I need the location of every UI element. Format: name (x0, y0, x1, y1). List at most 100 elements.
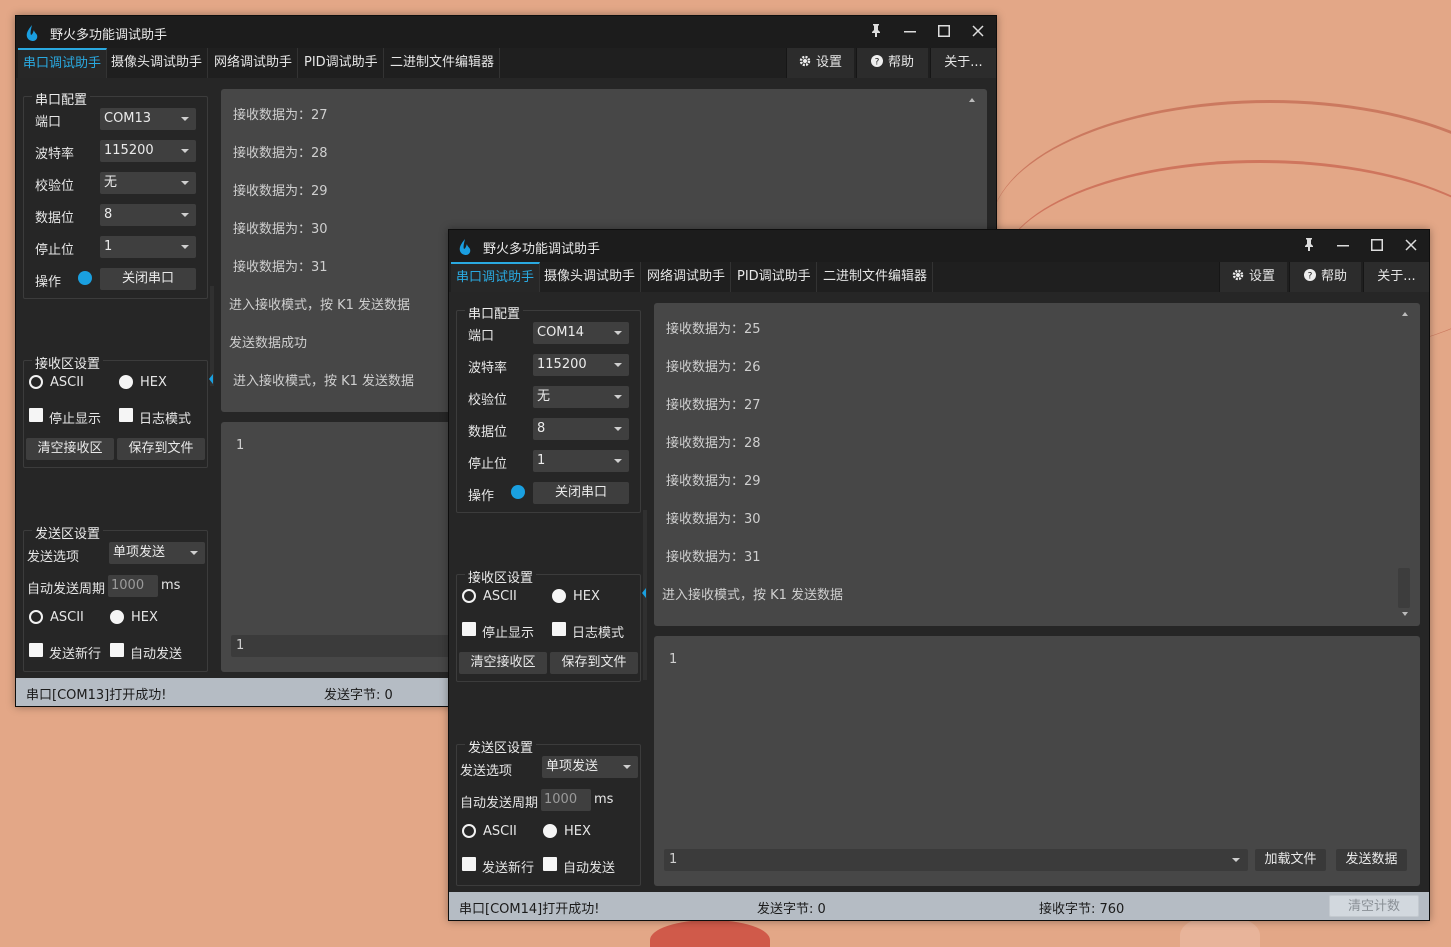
databits-value: 8 (104, 207, 113, 222)
clear-count-button[interactable]: 清空计数 (1329, 895, 1419, 917)
splitter-handle-icon[interactable] (209, 374, 213, 384)
close-icon[interactable] (968, 22, 988, 42)
rx-hex-radio[interactable] (552, 589, 566, 603)
maximize-icon[interactable] (934, 22, 954, 42)
op-label: 操作 (468, 489, 495, 504)
scroll-up-icon[interactable] (969, 98, 975, 102)
databits-select[interactable]: 8 (533, 418, 629, 440)
period-input[interactable]: 1000 (108, 575, 158, 597)
send-newline-checkbox[interactable] (29, 643, 43, 657)
receive-line: 接收数据为：26 (666, 360, 761, 375)
receive-line: 进入接收模式，按 K1 发送数据 (229, 298, 411, 313)
save-file-button[interactable]: 保存到文件 (550, 652, 638, 674)
stopbits-label: 停止位 (35, 243, 75, 258)
settings-button[interactable]: 设置 (1219, 262, 1287, 292)
stopbits-select[interactable]: 1 (100, 236, 196, 258)
chevron-down-icon (181, 181, 189, 185)
clear-rx-button[interactable]: 清空接收区 (459, 652, 547, 674)
period-input[interactable]: 1000 (541, 789, 591, 811)
period-unit: ms (161, 578, 181, 593)
databits-select[interactable]: 8 (100, 204, 196, 226)
tab-serial[interactable]: 串口调试助手 (451, 262, 541, 292)
tab-camera[interactable]: 摄像头调试助手 (106, 48, 209, 78)
receive-area[interactable]: 接收数据为：25 接收数据为：26 接收数据为：27 接收数据为：28 接收数据… (654, 303, 1420, 626)
help-button[interactable]: ? 帮助 (1289, 262, 1361, 292)
chevron-down-icon (181, 213, 189, 217)
tab-camera[interactable]: 摄像头调试助手 (539, 262, 642, 292)
stop-display-checkbox[interactable] (462, 622, 476, 636)
port-select[interactable]: COM13 (100, 108, 196, 130)
receive-line: 进入接收模式，按 K1 发送数据 (233, 374, 415, 389)
auto-send-checkbox[interactable] (110, 643, 124, 657)
period-label: 自动发送周期 (460, 796, 539, 811)
send-data-button[interactable]: 发送数据 (1336, 849, 1407, 871)
baud-select[interactable]: 115200 (100, 140, 196, 162)
receive-line: 接收数据为：30 (233, 222, 328, 237)
status-message: 串口[COM14]打开成功! (459, 902, 600, 917)
send-option-select[interactable]: 单项发送 (109, 542, 205, 564)
scroll-down-icon[interactable] (1402, 612, 1408, 616)
tab-pid[interactable]: PID调试助手 (299, 48, 384, 78)
tx-settings-group: 发送区设置 发送选项 单项发送 自动发送周期 1000 ms ASCII HEX… (456, 737, 641, 886)
rx-ascii-radio[interactable] (462, 589, 476, 603)
settings-label: 设置 (815, 55, 842, 70)
auto-send-checkbox[interactable] (543, 857, 557, 871)
send-newline-checkbox[interactable] (462, 857, 476, 871)
window-title: 野火多功能调试助手 (50, 28, 168, 43)
maximize-icon[interactable] (1367, 236, 1387, 256)
parity-select[interactable]: 无 (533, 386, 629, 408)
tx-ascii-radio[interactable] (29, 610, 43, 624)
save-file-button[interactable]: 保存到文件 (117, 438, 205, 460)
tab-serial[interactable]: 串口调试助手 (18, 48, 108, 78)
load-file-button[interactable]: 加载文件 (1255, 849, 1326, 871)
close-port-button[interactable]: 关闭串口 (100, 268, 196, 290)
title-bar: 野火多功能调试助手 (16, 16, 996, 48)
stop-display-checkbox[interactable] (29, 408, 43, 422)
tab-pid[interactable]: PID调试助手 (732, 262, 817, 292)
splitter[interactable] (210, 286, 214, 386)
scrollbar-thumb[interactable] (1398, 568, 1410, 608)
clear-rx-button[interactable]: 清空接收区 (26, 438, 114, 460)
chevron-down-icon (181, 149, 189, 153)
baud-label: 波特率 (468, 361, 508, 376)
minimize-icon[interactable] (1333, 236, 1353, 256)
tx-ascii-radio[interactable] (462, 824, 476, 838)
splitter-handle-icon[interactable] (642, 588, 646, 598)
receive-line: 接收数据为：29 (666, 474, 761, 489)
tx-hex-radio[interactable] (543, 824, 557, 838)
minimize-icon[interactable] (900, 22, 920, 42)
chevron-down-icon[interactable] (1232, 858, 1240, 862)
tab-network[interactable]: 网络调试助手 (642, 262, 732, 292)
stopbits-select[interactable]: 1 (533, 450, 629, 472)
rx-hex-radio[interactable] (119, 375, 133, 389)
svg-text:?: ? (875, 58, 880, 68)
settings-button[interactable]: 设置 (786, 48, 854, 78)
receive-line: 接收数据为：27 (233, 108, 328, 123)
port-select[interactable]: COM14 (533, 322, 629, 344)
close-icon[interactable] (1401, 236, 1421, 256)
help-button[interactable]: ? 帮助 (856, 48, 928, 78)
tab-binary-editor[interactable]: 二进制文件编辑器 (818, 262, 934, 292)
tab-network[interactable]: 网络调试助手 (209, 48, 299, 78)
baud-select[interactable]: 115200 (533, 354, 629, 376)
tx-hex-radio[interactable] (110, 610, 124, 624)
about-button[interactable]: 关于... (930, 48, 996, 78)
log-mode-checkbox[interactable] (552, 622, 566, 636)
chevron-down-icon (614, 363, 622, 367)
about-button[interactable]: 关于... (1363, 262, 1429, 292)
send-line-input[interactable]: 1 (664, 849, 1248, 871)
send-area[interactable]: 1 1 加载文件 发送数据 (654, 636, 1420, 886)
receive-line: 发送数据成功 (229, 336, 308, 351)
rx-ascii-radio[interactable] (29, 375, 43, 389)
scroll-up-icon[interactable] (1402, 312, 1408, 316)
close-port-button[interactable]: 关闭串口 (533, 482, 629, 504)
pin-icon[interactable] (1299, 236, 1319, 256)
send-option-select[interactable]: 单项发送 (542, 756, 638, 778)
pin-icon[interactable] (866, 22, 886, 42)
tx-settings-group: 发送区设置 发送选项 单项发送 自动发送周期 1000 ms ASCII HEX… (23, 523, 208, 672)
chevron-down-icon (614, 459, 622, 463)
tab-binary-editor[interactable]: 二进制文件编辑器 (385, 48, 501, 78)
serial-config-title: 串口配置 (465, 303, 524, 322)
log-mode-checkbox[interactable] (119, 408, 133, 422)
parity-select[interactable]: 无 (100, 172, 196, 194)
